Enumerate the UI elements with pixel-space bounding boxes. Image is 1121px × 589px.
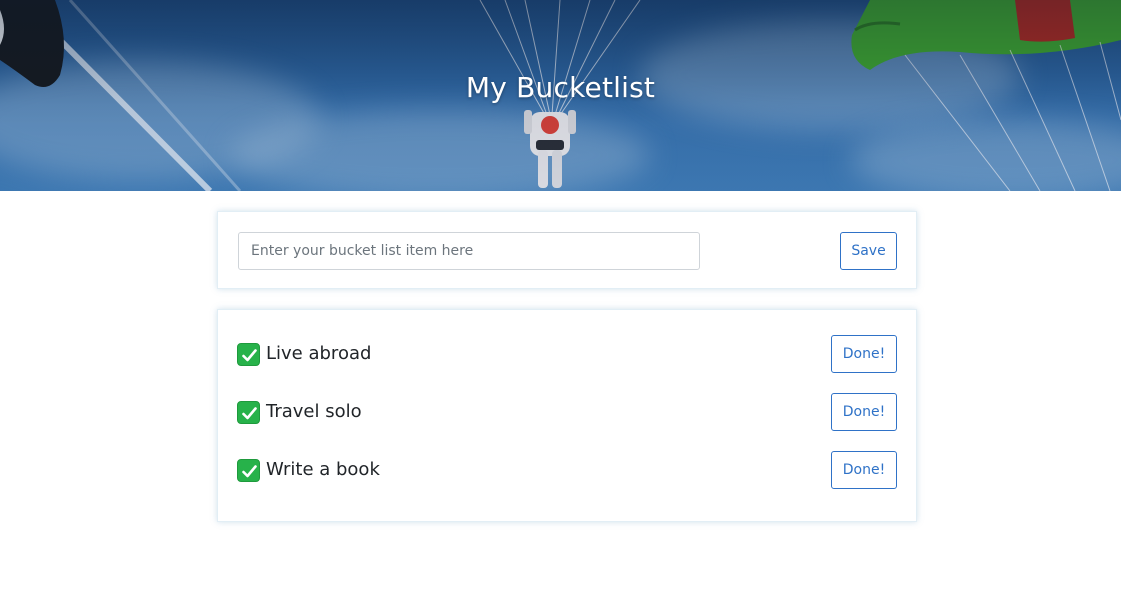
add-item-card: Save bbox=[217, 211, 917, 289]
list-item: Write a book Done! bbox=[218, 451, 916, 489]
page-title: My Bucketlist bbox=[465, 71, 656, 104]
done-button[interactable]: Done! bbox=[831, 393, 897, 431]
list-item-label: Live abroad bbox=[266, 343, 372, 364]
bucket-list-card: Live abroad Done! Travel solo Done! Writ… bbox=[217, 309, 917, 522]
check-mark-icon bbox=[237, 459, 260, 482]
done-button[interactable]: Done! bbox=[831, 451, 897, 489]
check-mark-icon bbox=[237, 343, 260, 366]
bucket-item-input[interactable] bbox=[238, 232, 700, 270]
hero-banner: My Bucketlist bbox=[0, 0, 1121, 191]
list-item: Live abroad Done! bbox=[218, 335, 916, 373]
save-button[interactable]: Save bbox=[840, 232, 897, 270]
list-item: Travel solo Done! bbox=[218, 393, 916, 431]
list-item-label: Travel solo bbox=[266, 401, 362, 422]
done-button[interactable]: Done! bbox=[831, 335, 897, 373]
list-item-label: Write a book bbox=[266, 459, 380, 480]
check-mark-icon bbox=[237, 401, 260, 424]
